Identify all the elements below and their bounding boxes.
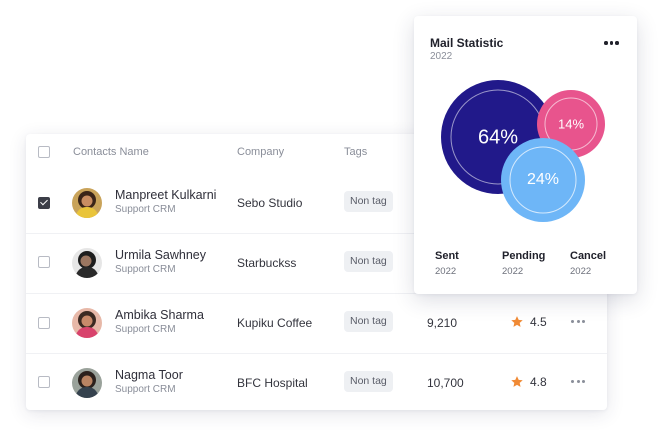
- avatar: [72, 188, 102, 218]
- row-checkbox[interactable]: [38, 256, 50, 268]
- card-subtitle-year: 2022: [430, 51, 453, 62]
- bubble-label-cancel: 24%: [526, 171, 560, 188]
- star-icon: [511, 376, 523, 387]
- tag-badge[interactable]: Non tag: [344, 371, 393, 392]
- contact-name[interactable]: Urmila Sawhney: [115, 248, 206, 262]
- bubble-chart: 64% 14% 24%: [414, 76, 637, 246]
- avatar: [72, 368, 102, 398]
- tag-badge[interactable]: Non tag: [344, 191, 393, 212]
- table-row[interactable]: Nagma Toor Support CRM BFC Hospital Non …: [26, 353, 607, 413]
- column-header-contacts-name[interactable]: Contacts Name: [73, 146, 149, 158]
- legend-sent: Sent 2022: [435, 250, 459, 277]
- row-checkbox[interactable]: [38, 197, 50, 209]
- rating: 4.5: [510, 314, 547, 330]
- select-all-checkbox[interactable]: [38, 146, 50, 158]
- company-name: Kupiku Coffee: [237, 316, 313, 330]
- legend-label: Sent: [435, 250, 459, 262]
- contact-role: Support CRM: [115, 264, 176, 275]
- contact-role: Support CRM: [115, 204, 176, 215]
- column-header-tags[interactable]: Tags: [344, 146, 367, 158]
- column-header-company[interactable]: Company: [237, 146, 284, 158]
- mail-count: 10,700: [427, 376, 464, 390]
- rating-value: 4.5: [530, 315, 547, 329]
- row-menu-button[interactable]: [571, 376, 587, 386]
- avatar: [72, 248, 102, 278]
- row-checkbox[interactable]: [38, 376, 50, 388]
- table-row[interactable]: Ambika Sharma Support CRM Kupiku Coffee …: [26, 293, 607, 353]
- contact-role: Support CRM: [115, 324, 176, 335]
- contact-name[interactable]: Ambika Sharma: [115, 308, 204, 322]
- contact-name[interactable]: Manpreet Kulkarni: [115, 188, 216, 202]
- tag-badge[interactable]: Non tag: [344, 311, 393, 332]
- tag-badge[interactable]: Non tag: [344, 251, 393, 272]
- row-menu-button[interactable]: [571, 316, 587, 326]
- mail-count: 9,210: [427, 316, 458, 330]
- avatar: [72, 308, 102, 338]
- bubble-label-sent: 64%: [477, 126, 519, 149]
- more-horizontal-icon: [604, 41, 608, 45]
- legend-cancel: Cancel 2022: [570, 250, 606, 277]
- legend-pending: Pending 2022: [502, 250, 545, 277]
- card-menu-button[interactable]: [604, 39, 620, 47]
- legend-label: Cancel: [570, 250, 607, 262]
- bubble-label-pending: 14%: [557, 116, 585, 132]
- company-name: Starbuckss: [237, 256, 297, 270]
- card-title: Mail Statistic: [430, 36, 504, 50]
- legend-year: 2022: [570, 266, 592, 277]
- company-name: Sebo Studio: [237, 196, 303, 210]
- legend-label: Pending: [502, 250, 546, 262]
- company-name: BFC Hospital: [237, 376, 308, 390]
- contact-name[interactable]: Nagma Toor: [115, 368, 183, 382]
- legend-year: 2022: [502, 266, 524, 277]
- star-icon: [511, 316, 523, 327]
- rating-value: 4.8: [530, 375, 547, 389]
- mail-statistic-card: Mail Statistic 2022 64% 14% 24% Sent 202…: [414, 16, 637, 294]
- contact-role: Support CRM: [115, 384, 176, 395]
- legend-year: 2022: [435, 266, 457, 277]
- rating: 4.8: [510, 374, 547, 390]
- row-checkbox[interactable]: [38, 317, 50, 329]
